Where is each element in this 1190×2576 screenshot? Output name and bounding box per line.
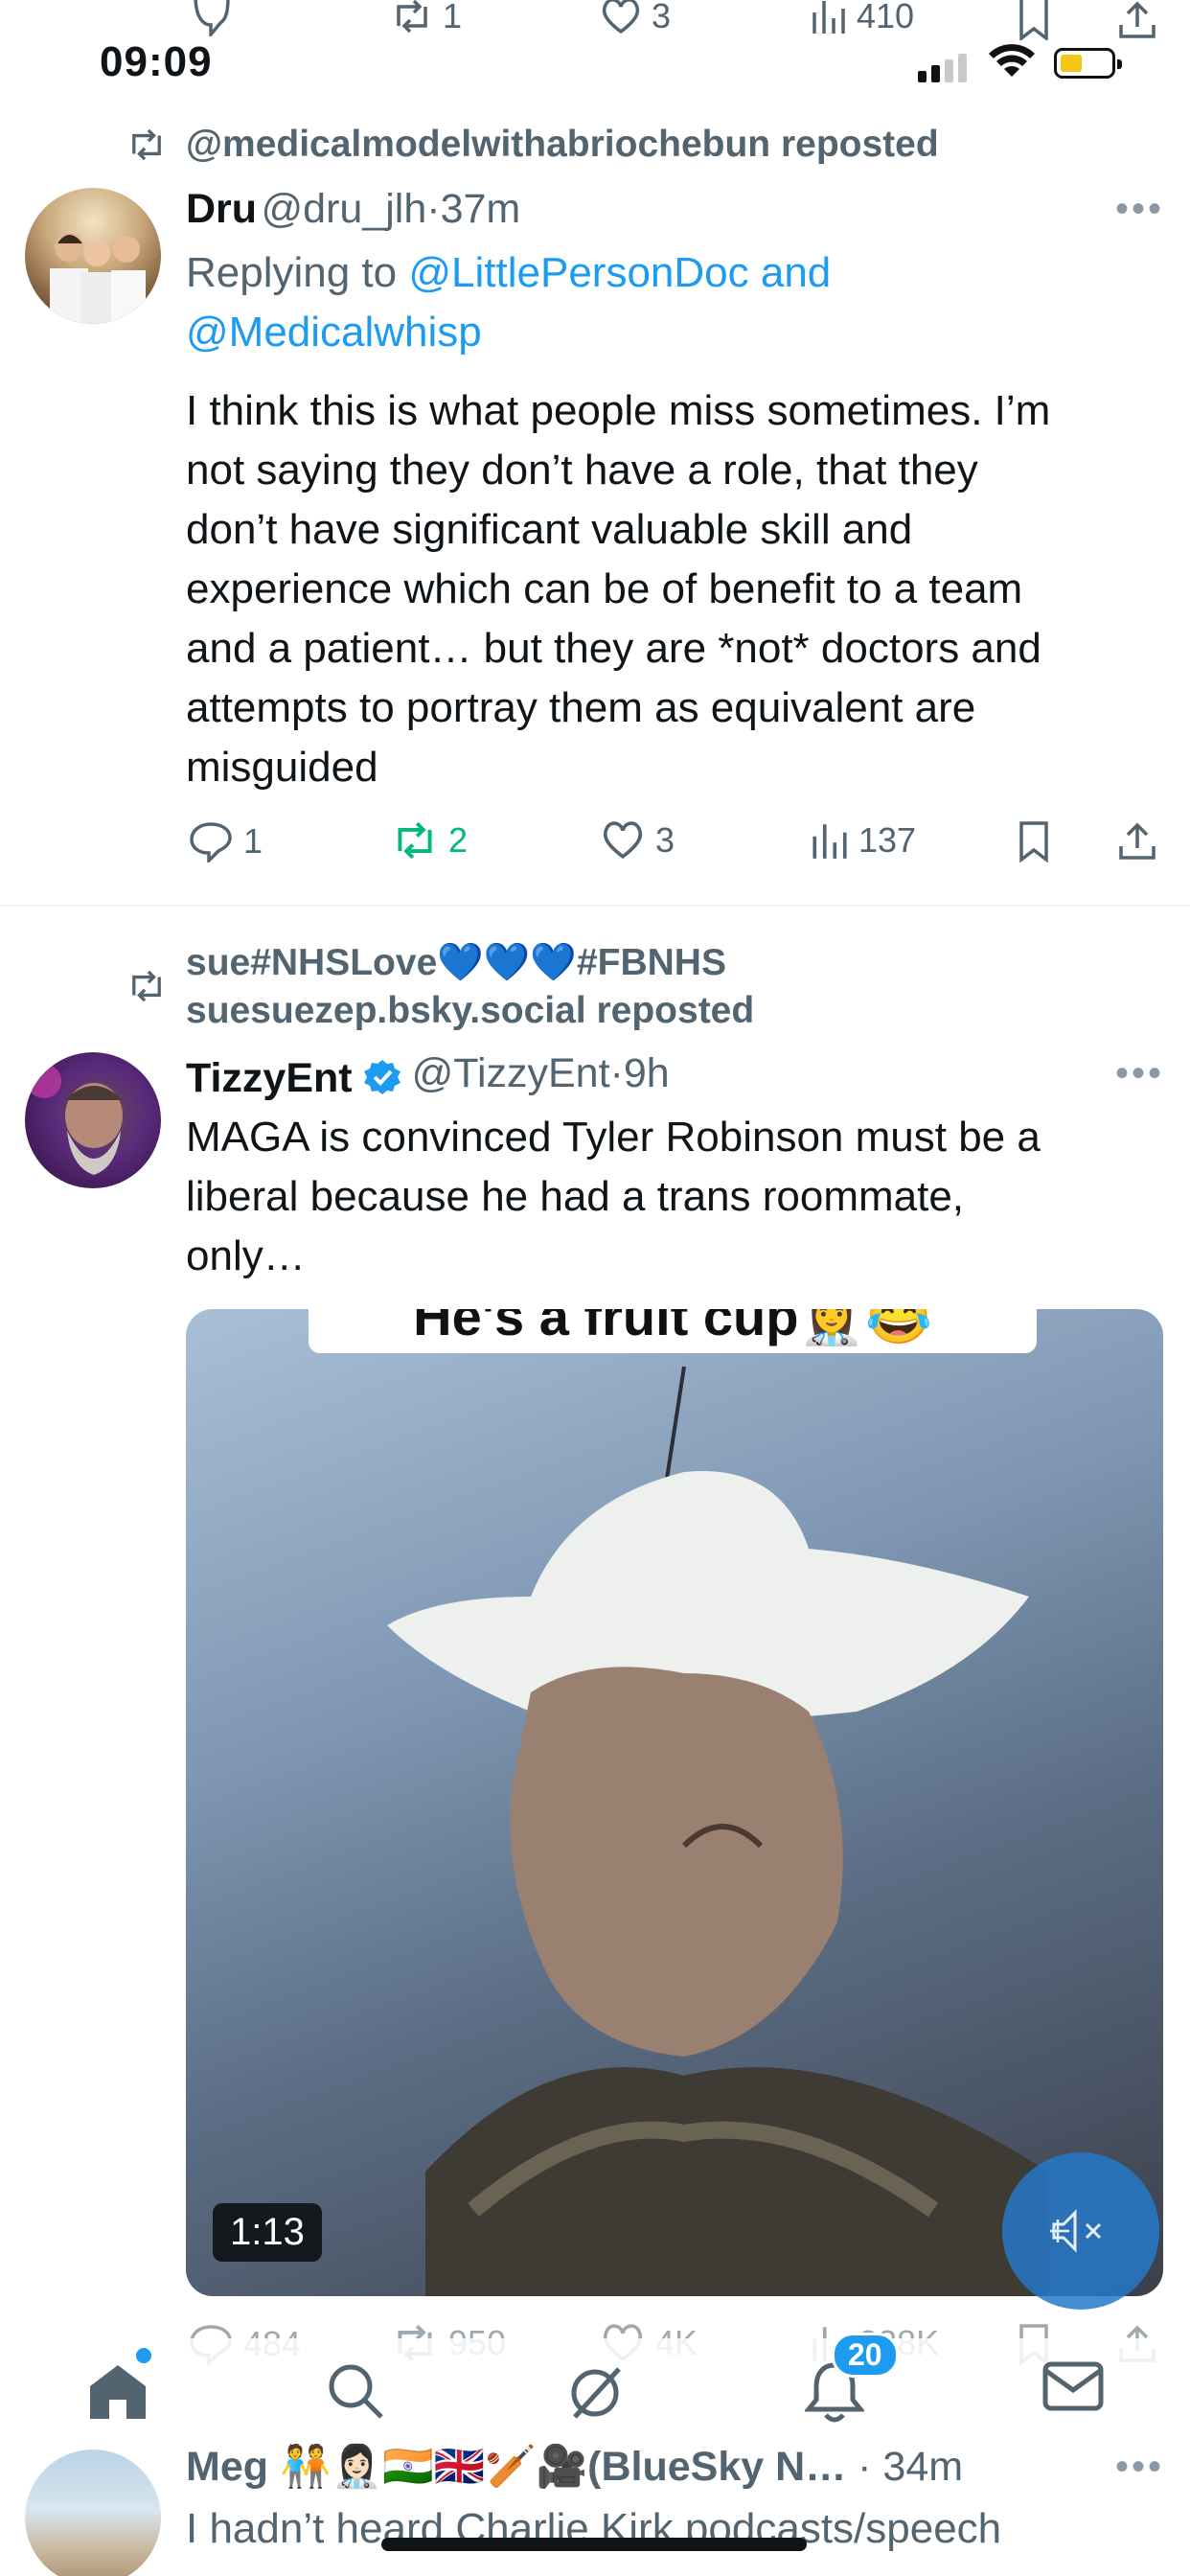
post-text: I think this is what people miss sometim… (186, 381, 1154, 797)
mention-link[interactable]: @Medicalwhisp (186, 309, 482, 356)
new-posts-dot (136, 2348, 151, 2363)
mention-and: and (748, 249, 832, 296)
post-header: Dru @dru_jlh·37m (186, 182, 520, 245)
like-count: 3 (655, 820, 675, 860)
like-button[interactable]: 3 (600, 820, 675, 861)
divider (0, 905, 1190, 907)
author-handle[interactable]: @dru_jlh (262, 186, 427, 232)
views-count: 410 (857, 0, 915, 35)
avatar[interactable] (25, 1052, 161, 1188)
more-options-icon[interactable]: ••• (1115, 2446, 1164, 2489)
reposted-by-name: sue#NHSLove💙💙💙#FBNHS (186, 942, 726, 983)
text-line: I think this is what people miss sometim… (186, 387, 1051, 434)
text-line: don’t have significant valuable skill an… (186, 506, 913, 553)
views-icon (812, 824, 847, 859)
grok-icon[interactable] (563, 2361, 627, 2425)
text-line: liberal because he had a trans roommate, (186, 1173, 965, 1220)
previous-repost-button[interactable]: 1 (391, 0, 462, 36)
like-count: 3 (652, 0, 672, 35)
post-time: 34m (882, 2444, 964, 2490)
text-line: experience which can be of benefit to a … (186, 565, 1023, 612)
repost-icon (398, 821, 432, 860)
repost-count: 1 (443, 0, 463, 35)
bookmark-icon[interactable] (1018, 820, 1050, 862)
text-line: misguided (186, 744, 378, 791)
speaker-muted-icon (1050, 2209, 1102, 2253)
share-icon[interactable] (1117, 820, 1157, 862)
reposted-by-label[interactable]: @medicalmodelwithabriochebun reposted (186, 121, 939, 169)
more-options-icon[interactable]: ••• (1115, 188, 1164, 231)
author-handle[interactable]: @TizzyEnt (412, 1050, 610, 1096)
author-name[interactable]: Meg 🧑‍🤝‍🧑👩🏻‍⚕️🇮🇳🇬🇧🏏🎥(BlueSky N… (186, 2444, 846, 2490)
post-time: 9h (623, 1050, 670, 1096)
reply-icon[interactable] (190, 0, 232, 36)
reply-icon (190, 822, 232, 862)
home-icon[interactable] (86, 2361, 149, 2421)
wifi-icon (989, 44, 1035, 77)
text-line: not saying they don’t have a role, that … (186, 447, 978, 494)
previous-post-actions: 1 3 410 (0, 0, 1190, 40)
video-caption: He's a fruit cup👩‍⚕️😂 (309, 1309, 1037, 1353)
post-header: TizzyEnt @TizzyEnt·9h (186, 1046, 670, 1110)
heart-icon (602, 0, 640, 34)
video-player[interactable]: He's a fruit cup👩‍⚕️😂 1:13 (186, 1309, 1163, 2296)
post-text: MAGA is convinced Tyler Robinson must be… (186, 1108, 1154, 1286)
replying-prefix: Replying to (186, 249, 409, 296)
share-icon[interactable] (1117, 0, 1157, 40)
battery-icon (1054, 48, 1122, 79)
video-frame (387, 1366, 1048, 2296)
post-time: 37m (440, 186, 521, 232)
mute-toggle-button[interactable] (1002, 2152, 1159, 2310)
cellular-signal-icon (918, 54, 967, 82)
views-icon (812, 1, 845, 34)
views-count: 137 (858, 820, 917, 860)
previous-like-button[interactable]: 3 (600, 0, 671, 36)
repost-button[interactable]: 2 (391, 820, 468, 861)
messages-icon[interactable] (1042, 2361, 1104, 2411)
home-indicator (381, 2538, 807, 2551)
heart-icon (603, 821, 643, 860)
text-line: attempts to portray them as equivalent a… (186, 684, 976, 731)
text-line: and a patient… but they are *not* doctor… (186, 625, 1041, 672)
repost-icon (132, 128, 161, 161)
status-time: 09:09 (100, 38, 213, 85)
dot-separator: · (609, 1050, 624, 1096)
text-line: only… (186, 1232, 306, 1279)
previous-views-button[interactable]: 410 (811, 0, 914, 36)
text-line: MAGA is convinced Tyler Robinson must be… (186, 1114, 1041, 1161)
post-header: Meg 🧑‍🤝‍🧑👩🏻‍⚕️🇮🇳🇬🇧🏏🎥(BlueSky N… · 34m (186, 2440, 1163, 2503)
reposted-by-label[interactable]: sue#NHSLove💙💙💙#FBNHS suesuezep.bsky.soci… (186, 939, 754, 1035)
reply-count: 1 (243, 821, 263, 861)
bottom-navigation: 20 (0, 2333, 1190, 2444)
author-name[interactable]: Dru (186, 186, 257, 232)
repost-count: 2 (448, 820, 469, 860)
views-button[interactable]: 137 (811, 820, 916, 861)
more-options-icon[interactable]: ••• (1115, 1052, 1164, 1095)
mention-link[interactable]: @LittlePersonDoc (408, 249, 748, 296)
repost-icon (397, 0, 427, 34)
reply-button[interactable]: 1 (188, 820, 263, 862)
replying-to: Replying to @LittlePersonDoc and @Medica… (186, 243, 1125, 362)
avatar-photo (27, 1064, 123, 1175)
notifications-badge: 20 (832, 2333, 899, 2378)
verified-badge-icon (363, 1060, 400, 1094)
dot-separator: · (846, 2444, 883, 2490)
search-icon[interactable] (326, 2361, 385, 2421)
author-name[interactable]: TizzyEnt (186, 1051, 353, 1105)
avatar[interactable] (25, 188, 161, 324)
avatar[interactable] (25, 2450, 161, 2576)
repost-icon (132, 970, 161, 1002)
dot-separator: · (426, 186, 441, 232)
reposted-by-handle: suesuezep.bsky.social reposted (186, 990, 755, 1031)
bookmark-icon[interactable] (1018, 0, 1050, 40)
video-duration: 1:13 (213, 2203, 322, 2262)
avatar-photo (50, 233, 146, 324)
